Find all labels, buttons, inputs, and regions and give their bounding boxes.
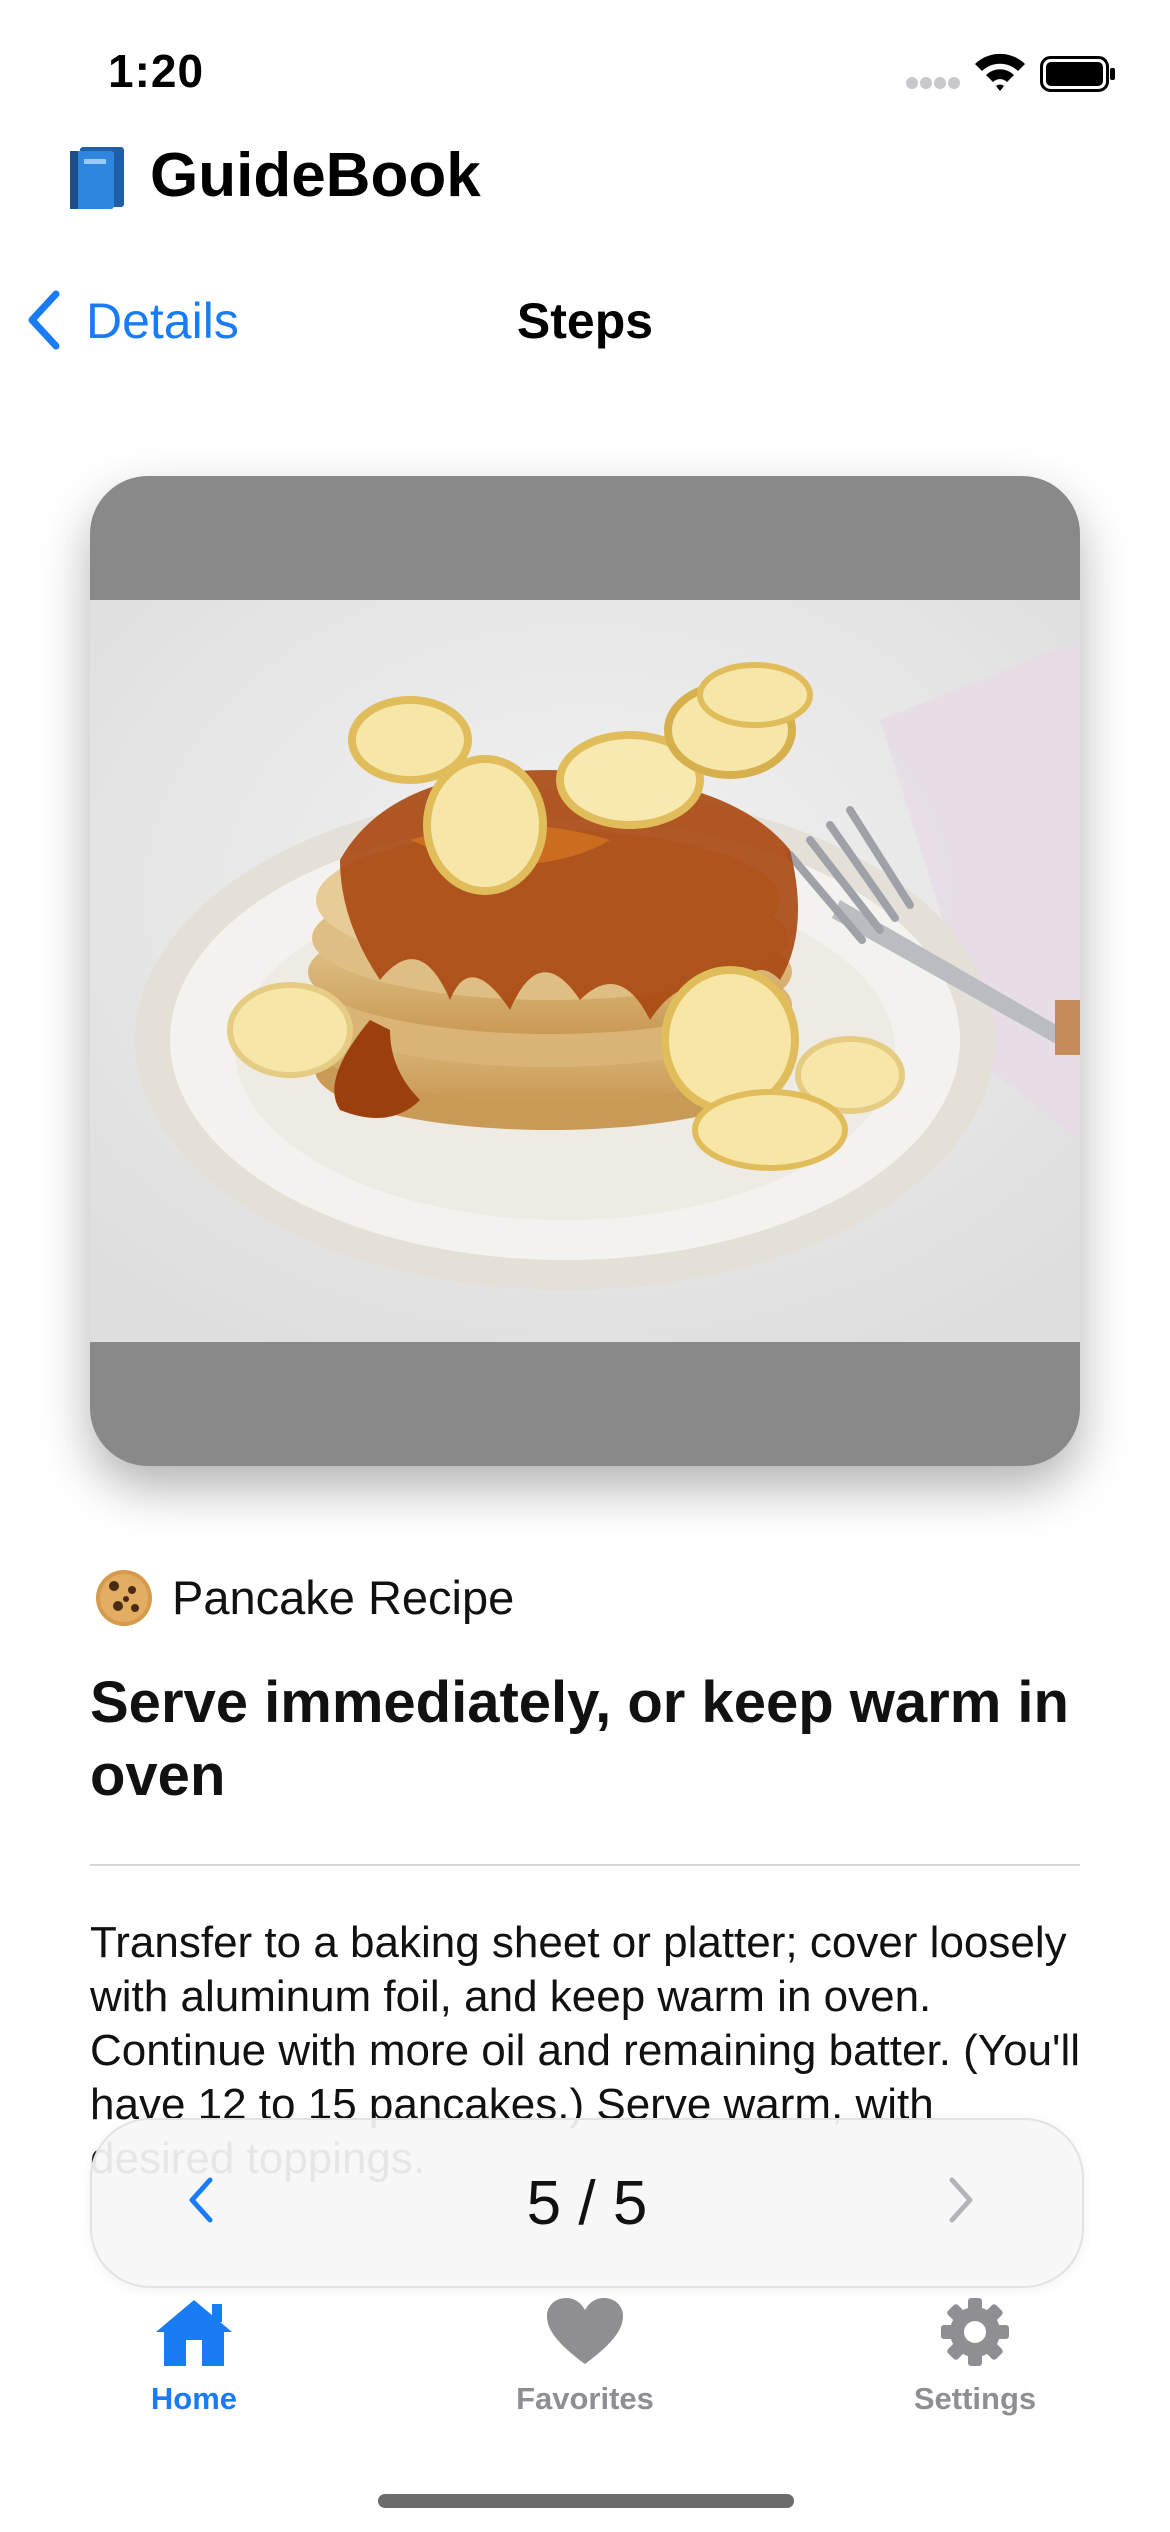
tab-home-label: Home xyxy=(150,2381,238,2416)
cellular-signal-icon xyxy=(906,77,960,89)
step-counter: 5 / 5 xyxy=(526,2169,648,2238)
pancake-photo xyxy=(90,600,1080,1342)
blue-book-icon xyxy=(70,147,124,209)
step-image-card xyxy=(90,476,1080,1466)
gear-icon xyxy=(941,2298,1009,2366)
battery-icon xyxy=(1040,56,1115,92)
tab-favorites[interactable]: Favorites xyxy=(485,2296,685,2417)
tab-home[interactable]: Home xyxy=(94,2296,294,2417)
tab-favorites-label: Favorites xyxy=(516,2381,654,2416)
divider xyxy=(90,1864,1080,1866)
step-title: Serve immediately, or keep warm in oven xyxy=(90,1670,1069,1808)
step-pager: 5 / 5 xyxy=(90,2118,1084,2288)
tab-settings[interactable]: Settings xyxy=(875,2296,1075,2417)
wifi-icon xyxy=(975,53,1025,91)
home-indicator xyxy=(378,2494,794,2508)
page-title: Steps xyxy=(516,293,654,349)
tab-settings-label: Settings xyxy=(913,2381,1037,2416)
cookie-icon xyxy=(96,1570,152,1626)
app-title: GuideBook xyxy=(150,141,481,210)
recipe-name: Pancake Recipe xyxy=(172,1571,515,1624)
heart-icon xyxy=(547,2298,623,2364)
status-time: 1:20 xyxy=(108,45,205,97)
house-icon xyxy=(156,2300,232,2366)
next-step-button[interactable] xyxy=(940,2170,980,2230)
